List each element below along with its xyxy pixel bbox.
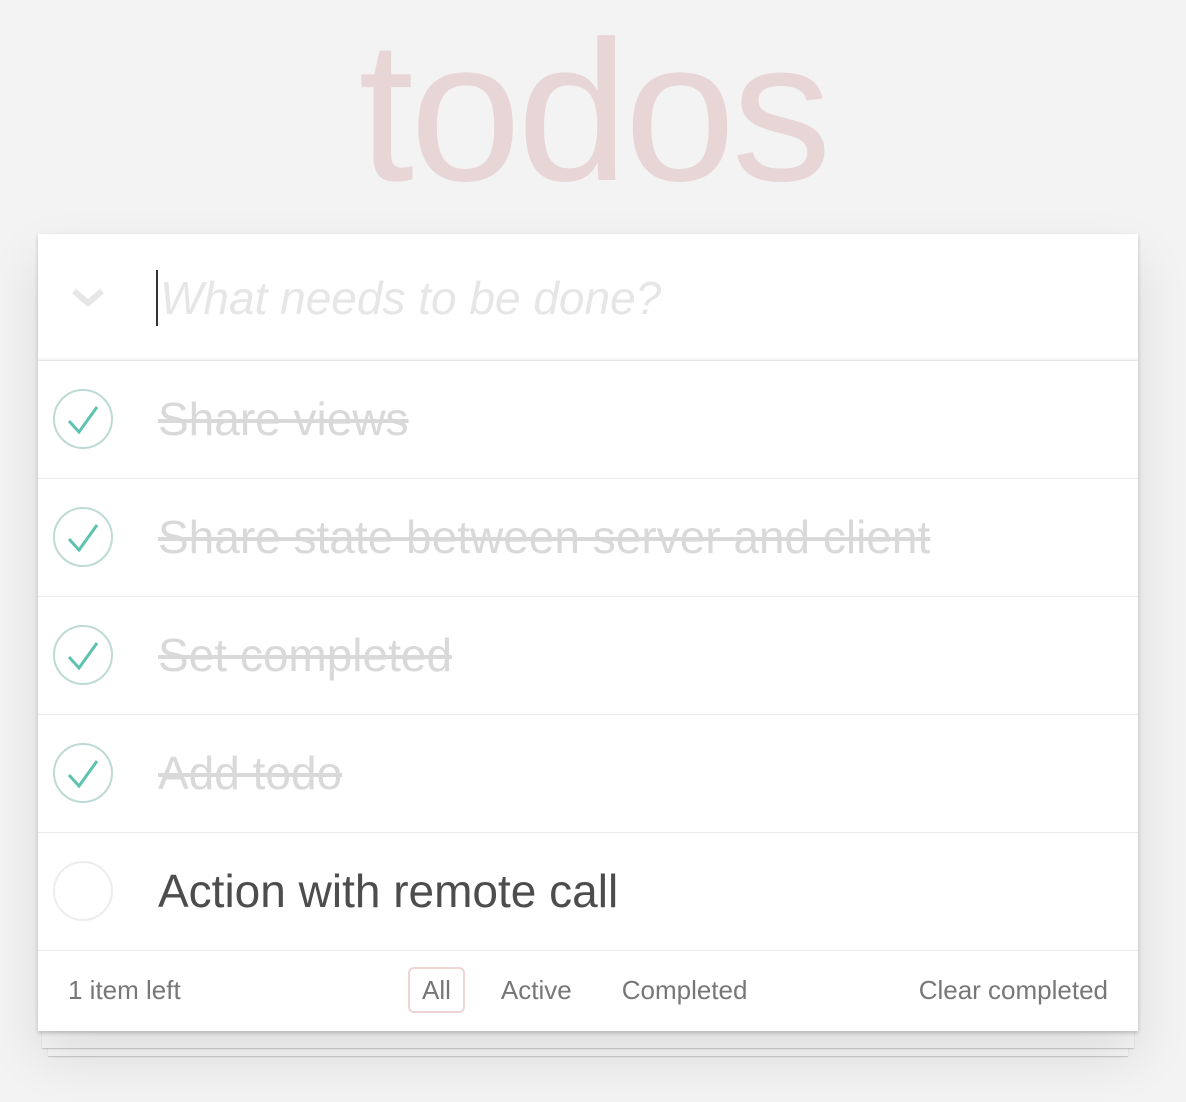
todo-toggle-checkbox[interactable] xyxy=(53,861,113,921)
todo-label[interactable]: Share state between server and client xyxy=(158,479,930,596)
todo-toggle-checkbox[interactable] xyxy=(53,507,113,567)
check-icon xyxy=(67,760,99,789)
toggle-all-button[interactable] xyxy=(68,286,108,310)
filter-tabs: All Active Completed xyxy=(408,967,761,1013)
app-title: todos xyxy=(358,0,831,223)
todo-app: Share views Share state between server a… xyxy=(38,234,1138,1031)
filter-active[interactable]: Active xyxy=(487,967,586,1013)
todo-toggle-checkbox[interactable] xyxy=(53,389,113,449)
check-icon xyxy=(67,406,99,435)
todo-item: Add todo xyxy=(38,715,1138,833)
chevron-down-icon xyxy=(72,288,104,307)
todo-toggle-checkbox[interactable] xyxy=(53,625,113,685)
todo-label[interactable]: Set completed xyxy=(158,597,452,714)
todo-label[interactable]: Share views xyxy=(158,361,409,478)
stack-decoration xyxy=(42,1030,1134,1048)
todo-footer: 1 item left All Active Completed Clear c… xyxy=(38,951,1138,1031)
todo-item: Action with remote call xyxy=(38,833,1138,951)
check-icon xyxy=(67,642,99,671)
todo-label[interactable]: Action with remote call xyxy=(158,833,618,950)
todo-item: Share views xyxy=(38,361,1138,479)
items-left-count: 1 item left xyxy=(68,975,181,1005)
check-icon xyxy=(67,524,99,553)
todo-toggle-checkbox[interactable] xyxy=(53,743,113,803)
todo-label[interactable]: Add todo xyxy=(158,715,342,832)
filter-completed[interactable]: Completed xyxy=(608,967,762,1013)
todo-header xyxy=(38,234,1138,361)
todo-item: Set completed xyxy=(38,597,1138,715)
filter-all[interactable]: All xyxy=(408,967,465,1013)
todo-list: Share views Share state between server a… xyxy=(38,361,1138,951)
new-todo-input[interactable] xyxy=(156,270,1100,326)
clear-completed-button[interactable]: Clear completed xyxy=(919,975,1108,1006)
todo-item: Share state between server and client xyxy=(38,479,1138,597)
